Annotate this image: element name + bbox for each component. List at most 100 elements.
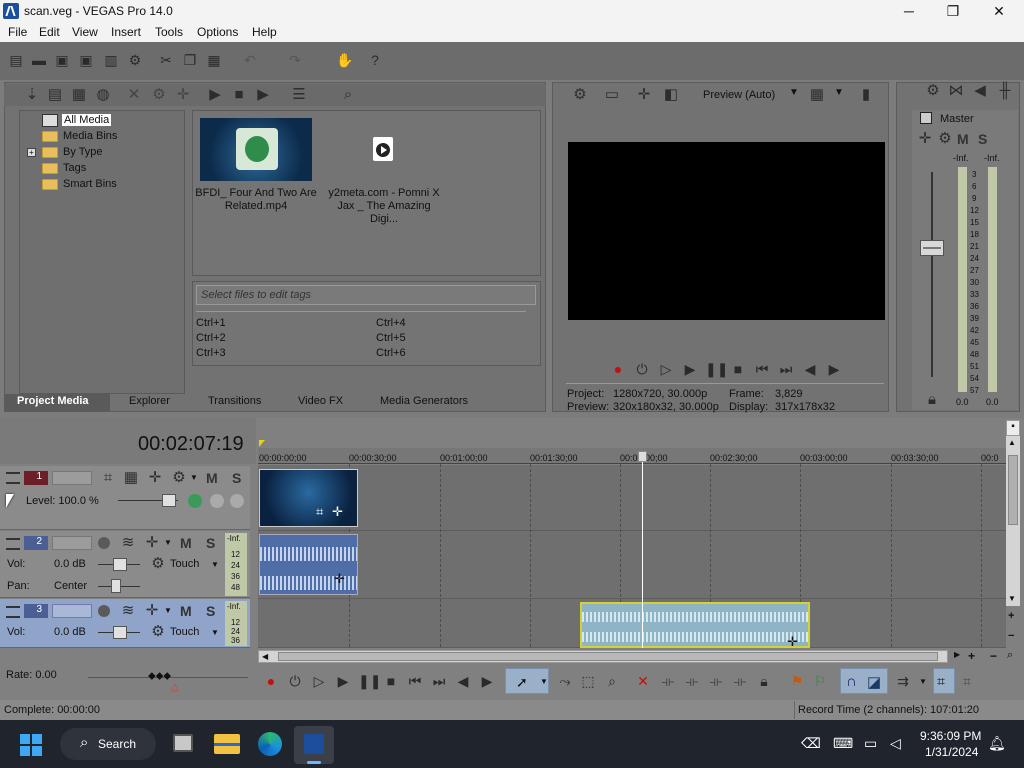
zoom-out-horizontal-icon[interactable]: − [990,649,997,663]
scrollbar-thumb[interactable] [1008,455,1018,525]
volume-slider-handle[interactable] [113,558,127,571]
start-preview-icon[interactable]: ▶ [206,87,224,103]
menu-options[interactable]: Options [197,25,238,39]
overlays-icon[interactable]: ◧ [662,87,680,103]
cut-icon[interactable]: ✂ [158,52,174,68]
media-properties-icon[interactable]: ✛ [174,87,192,103]
pause-icon[interactable]: ❚❚ [358,673,381,690]
video-clip[interactable]: ⌗ ✛ [259,469,358,527]
minimize-button[interactable]: ─ [886,0,932,22]
arm-record-icon[interactable] [98,537,110,549]
invert-phase-icon[interactable]: ≋ [119,535,137,551]
master-settings-icon[interactable]: ⚙ [936,131,954,147]
stop-preview-icon[interactable]: ■ [230,87,248,103]
previous-frame-icon[interactable]: ◀ [801,361,819,378]
notification-off-icon[interactable]: ⌫ [801,735,821,752]
start-button[interactable] [20,734,42,756]
views-icon[interactable]: ☰ [290,87,308,103]
play-icon[interactable]: ▶ [681,361,699,378]
play-from-start-icon[interactable]: ▷ [657,361,675,378]
audio-file-icon[interactable] [373,137,393,161]
stop-icon[interactable]: ■ [382,673,400,689]
trim-icon[interactable]: ⟛ [659,673,677,690]
open-folder-icon[interactable]: ▬ [31,52,47,68]
track-collapse-icon[interactable] [6,472,20,484]
track-collapse-icon[interactable] [6,606,20,618]
go-to-start-icon[interactable]: ⏮ [406,673,424,690]
copy-snapshot-icon[interactable]: ▮ [857,87,875,103]
chevron-down-icon[interactable]: ▼ [164,538,172,547]
envelope-tool-icon[interactable]: ⤳ [556,673,574,690]
downmix-icon[interactable]: ⋈ [947,83,965,99]
normal-edit-tool-button[interactable]: ➚ ▼ [505,668,549,694]
tab-project-media[interactable]: Project Media [17,395,89,407]
arm-record-icon[interactable] [98,605,110,617]
keyboard-icon[interactable]: ⌨ [833,735,853,752]
track-motion-icon[interactable]: ⌗ [99,470,117,486]
snapping-magnet-icon[interactable]: ∩ [846,673,857,690]
redo-icon[interactable]: ↷ [287,52,303,68]
dim-output-icon[interactable]: ◀ [971,83,989,99]
auto-preview-icon[interactable]: ▶ [254,87,272,103]
expand-icon[interactable]: + [27,147,36,157]
play-from-start-icon[interactable]: ▷ [310,673,328,690]
preview-settings-gear-icon[interactable]: ⚙ [571,87,589,103]
mute-button[interactable]: M [206,470,218,486]
track-name-field[interactable] [52,536,92,550]
ignore-grouping-icon[interactable]: ⌗ [958,673,976,690]
preview-quality-select[interactable]: Preview (Auto) [703,89,775,101]
track-header-1[interactable]: 1 ⌗ ▦ ✛ ⚙ ▼ M S Level: 100.0 % [0,466,250,530]
automation-gear-icon[interactable]: ⚙ [149,556,167,572]
pause-icon[interactable]: ❚❚ [705,361,728,378]
composite-child-icon[interactable] [188,494,202,508]
scroll-down-icon[interactable]: ▼ [1008,594,1016,603]
solo-button[interactable]: S [206,535,215,551]
track-collapse-icon[interactable] [6,538,20,550]
scroll-left-icon[interactable]: ◀ [262,652,268,661]
volume-slider-handle[interactable] [113,626,127,639]
save-icon[interactable]: ▣ [54,52,70,68]
lock-icon[interactable]: 🔒︎ [755,673,773,690]
menu-file[interactable]: File [8,25,27,39]
tab-video-fx[interactable]: Video FX [298,395,343,407]
clip-fx-icon[interactable]: ✛ [334,571,345,587]
clip-fx-icon[interactable]: ✛ [787,634,798,650]
tab-transitions[interactable]: Transitions [208,395,261,407]
get-media-icon[interactable]: ▦ [70,87,88,103]
previous-frame-icon[interactable]: ◀ [454,673,472,690]
tree-item-smart-bins[interactable]: Smart Bins [42,176,117,192]
insert-marker-icon[interactable]: ⚑ [788,673,806,690]
tab-explorer[interactable]: Explorer [129,395,170,407]
save-as-icon[interactable]: ▣ [78,52,94,68]
tab-media-generators[interactable]: Media Generators [380,395,468,407]
track-header-2[interactable]: 2 ≋ ✛ ▼ M S Vol: 0.0 dB ⚙ Touch ▼ Pan: C… [0,531,250,598]
maximize-button[interactable]: ❐ [930,0,976,22]
chevron-down-icon[interactable]: ▼ [834,87,844,98]
auto-crossfade-icon[interactable]: ◪ [867,673,881,691]
tree-item-by-type[interactable]: + By Type [27,144,103,160]
stop-icon[interactable]: ■ [729,361,747,377]
menu-tools[interactable]: Tools [155,25,183,39]
lock-envelopes-button[interactable]: ⌗ [933,668,955,694]
delete-icon[interactable]: ✕ [634,673,652,690]
scroll-right-icon[interactable]: ▶ [954,650,960,659]
rate-center-marker-icon[interactable]: △ [171,682,179,693]
mute-button[interactable]: M [180,535,192,551]
clip-fx-icon[interactable]: ✛ [332,504,343,520]
compositing-mode-icon[interactable]: ✛ [146,470,164,486]
track-fx-icon[interactable]: ✛ [143,535,161,551]
track-header-3[interactable]: 3 ≋ ✛ ▼ M S Vol: 0.0 dB ⚙ Touch ▼ -Inf. … [0,599,250,648]
tree-item-media-bins[interactable]: Media Bins [42,128,117,144]
task-view-icon[interactable] [173,734,193,752]
split-screen-icon[interactable]: ✛ [635,87,653,103]
record-icon[interactable]: ● [609,361,627,377]
new-file-icon[interactable]: ▤ [8,52,24,68]
lock-faders-icon[interactable]: ╫ [996,83,1014,99]
menu-view[interactable]: View [72,25,98,39]
insert-region-icon[interactable]: ⚐ [811,673,829,690]
tree-item-all-media[interactable]: All Media [42,112,112,128]
master-mute-button[interactable]: M [957,131,969,147]
render-icon[interactable]: ▥ [103,52,119,68]
paste-icon[interactable]: ▦ [206,52,222,68]
copy-icon[interactable]: ❐ [182,52,198,68]
